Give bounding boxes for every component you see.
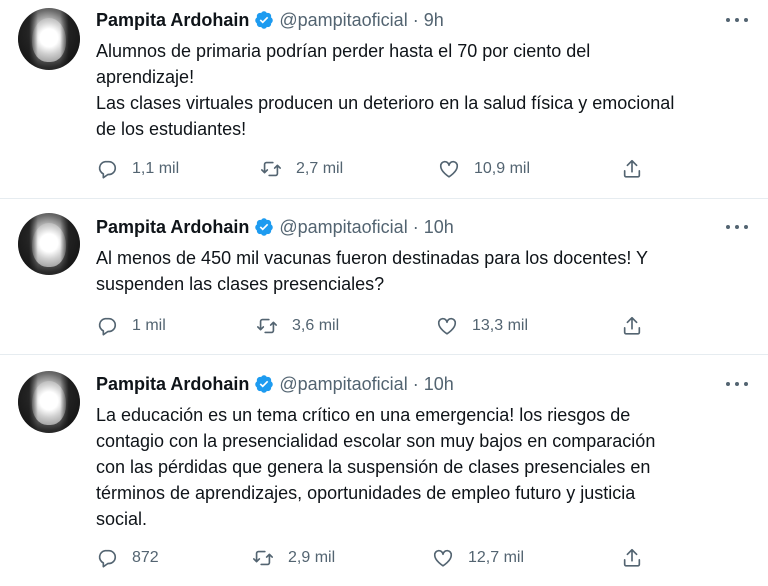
tweet[interactable]: Pampita Ardohain @pampitaoficial · 9h Al…	[0, 0, 768, 199]
tweet-text-line: términos de aprendizajes, oportunidades …	[96, 483, 636, 503]
like-count: 13,3 mil	[472, 317, 529, 334]
heart-icon	[433, 549, 453, 567]
retweet-icon	[257, 318, 277, 334]
author-name[interactable]: Pampita Ardohain	[96, 10, 249, 31]
tweet-text-line: Las clases virtuales producen un deterio…	[96, 93, 675, 113]
separator-dot: ·	[412, 9, 419, 30]
share-icon	[623, 316, 641, 335]
like-button[interactable]: 13,3 mil	[436, 314, 528, 338]
tweet-text-line: de los estudiantes!	[96, 119, 247, 139]
like-count: 10,9 mil	[474, 160, 531, 177]
tweet-text-line: social.	[96, 509, 148, 529]
author-name[interactable]: Pampita Ardohain	[96, 217, 249, 238]
like-button[interactable]: 12,7 mil	[432, 546, 524, 570]
tweet-text-line: Alumnos de primaria podrían perder hasta…	[96, 41, 591, 61]
retweet-icon	[253, 550, 273, 566]
tweet-text-line: contagio con la presencialidad escolar s…	[96, 431, 656, 451]
tweet-text: Alumnos de primaria podrían perder hasta…	[96, 38, 746, 142]
timestamp[interactable]: 10h	[424, 374, 454, 395]
reply-count: 1 mil	[132, 317, 166, 334]
reply-count: 1,1 mil	[132, 160, 180, 177]
author-handle[interactable]: @pampitaoficial	[279, 374, 407, 395]
heart-icon	[439, 160, 459, 178]
reply-count: 872	[132, 549, 159, 566]
more-options-icon[interactable]	[726, 9, 748, 31]
tweet-text-line: suspenden las clases presenciales?	[96, 274, 385, 294]
tweet[interactable]: Pampita Ardohain @pampitaoficial · 10h A…	[0, 199, 768, 355]
reply-button[interactable]: 1 mil	[96, 314, 166, 338]
like-count: 12,7 mil	[468, 549, 525, 566]
tweet-header: Pampita Ardohain @pampitaoficial · 9h	[96, 8, 444, 32]
tweet-header: Pampita Ardohain @pampitaoficial · 10h	[96, 215, 454, 239]
avatar[interactable]	[18, 213, 80, 275]
tweet-actions: 872 2,9 mil 12,7 mil	[96, 546, 656, 570]
separator-dot: ·	[412, 373, 419, 394]
reply-button[interactable]: 1,1 mil	[96, 157, 179, 181]
share-icon	[623, 548, 641, 567]
tweet-text-line: aprendizaje!	[96, 67, 195, 87]
like-button[interactable]: 10,9 mil	[438, 157, 530, 181]
reply-icon	[98, 160, 117, 179]
retweet-icon	[261, 161, 281, 177]
tweet-text-line: con las pérdidas que genera la suspensió…	[96, 457, 651, 477]
tweet-actions: 1 mil 3,6 mil 13,3 mil	[96, 314, 656, 338]
author-name[interactable]: Pampita Ardohain	[96, 374, 249, 395]
author-handle[interactable]: @pampitaoficial	[279, 217, 407, 238]
retweet-button[interactable]: 2,7 mil	[260, 157, 343, 181]
verified-badge-icon	[255, 11, 274, 29]
tweet-text-line: La educación es un tema crítico en una e…	[96, 405, 631, 425]
avatar[interactable]	[18, 371, 80, 433]
share-button[interactable]	[621, 157, 643, 181]
avatar[interactable]	[18, 8, 80, 70]
verified-badge-icon	[255, 218, 274, 236]
timestamp[interactable]: 10h	[424, 217, 454, 238]
retweet-button[interactable]: 3,6 mil	[256, 314, 339, 338]
tweet-header: Pampita Ardohain @pampitaoficial · 10h	[96, 372, 454, 396]
share-icon	[623, 159, 641, 178]
separator-dot: ·	[412, 216, 419, 237]
more-options-icon[interactable]	[726, 373, 748, 395]
tweet[interactable]: Pampita Ardohain @pampitaoficial · 10h L…	[0, 355, 768, 586]
verified-badge-icon	[255, 375, 274, 393]
more-options-icon[interactable]	[726, 216, 748, 238]
tweet-text: La educación es un tema crítico en una e…	[96, 402, 746, 532]
reply-icon	[98, 549, 117, 568]
retweet-button[interactable]: 2,9 mil	[252, 546, 335, 570]
tweet-actions: 1,1 mil 2,7 mil 10,9 mil	[96, 157, 656, 181]
retweet-count: 2,7 mil	[296, 160, 344, 177]
timestamp[interactable]: 9h	[424, 10, 444, 31]
tweet-text-line: Al menos de 450 mil vacunas fueron desti…	[96, 248, 649, 268]
share-button[interactable]	[621, 546, 643, 570]
share-button[interactable]	[621, 314, 643, 338]
author-handle[interactable]: @pampitaoficial	[279, 10, 407, 31]
tweet-text: Al menos de 450 mil vacunas fueron desti…	[96, 245, 746, 297]
reply-icon	[98, 317, 117, 336]
retweet-count: 3,6 mil	[292, 317, 340, 334]
reply-button[interactable]: 872	[96, 546, 159, 570]
retweet-count: 2,9 mil	[288, 549, 336, 566]
heart-icon	[437, 317, 457, 335]
